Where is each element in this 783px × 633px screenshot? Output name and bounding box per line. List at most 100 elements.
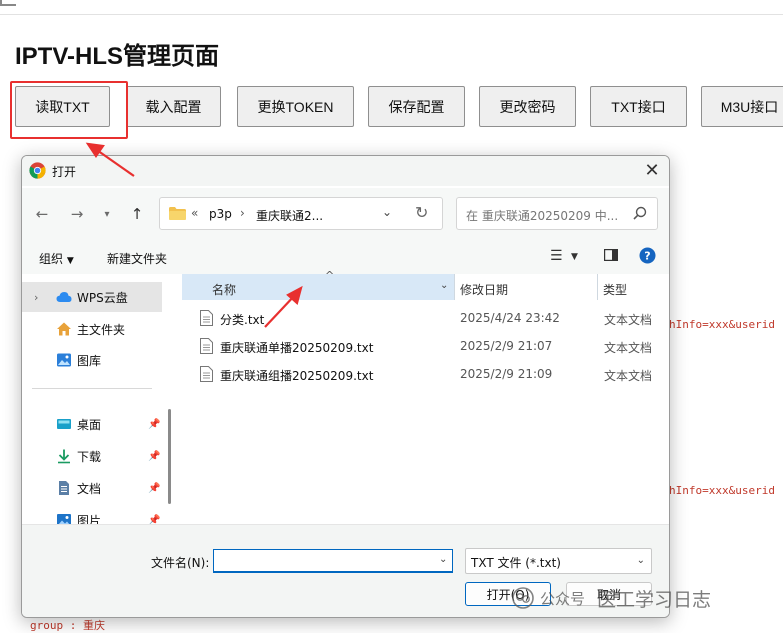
address-dropdown-chevron-icon[interactable]: ⌄ xyxy=(382,205,392,219)
file-modified: 2025/4/24 23:42 xyxy=(460,311,560,325)
gallery-icon xyxy=(57,353,71,367)
filename-label: 文件名(N): xyxy=(151,556,210,570)
expand-chevron-icon[interactable]: › xyxy=(34,291,38,304)
wechat-logo-icon xyxy=(512,587,534,609)
address-bar[interactable]: « p3p › 重庆联通2... ⌄ ↻ xyxy=(159,197,443,230)
file-type: 文本文档 xyxy=(604,341,653,355)
pin-icon[interactable]: 📌 xyxy=(148,451,160,462)
nav-label: 主文件夹 xyxy=(77,322,126,337)
address-overflow[interactable]: « xyxy=(191,206,198,220)
search-box[interactable]: 在 重庆联通20250209 中... xyxy=(456,197,658,230)
nav-divider xyxy=(32,388,152,389)
annotation-highlight-box xyxy=(10,81,128,139)
cloud-icon xyxy=(56,292,72,302)
m3u-api-button[interactable]: M3U接口 xyxy=(701,86,783,127)
navigation-pane: › WPS云盘 主文件夹 图库 桌面 📌 下载 📌 文档 📌 图片 📌 xyxy=(22,274,180,528)
pin-icon[interactable]: 📌 xyxy=(148,483,160,494)
text-file-icon xyxy=(200,310,213,326)
file-row[interactable]: 分类.txt 2025/4/24 23:42 文本文档 xyxy=(200,307,669,331)
chrome-icon xyxy=(29,162,46,179)
txt-api-button[interactable]: TXT接口 xyxy=(590,86,687,127)
search-placeholder: 在 重庆联通20250209 中... xyxy=(466,209,619,223)
load-config-button[interactable]: 载入配置 xyxy=(126,86,221,127)
file-modified: 2025/2/9 21:07 xyxy=(460,339,553,353)
column-modified-label[interactable]: 修改日期 xyxy=(460,281,508,298)
breadcrumb-p3p[interactable]: p3p xyxy=(209,207,232,221)
dialog-title: 打开 xyxy=(52,165,77,179)
watermark-account: 医工学习日志 xyxy=(597,588,712,611)
nav-item-gallery[interactable]: 图库 xyxy=(22,345,162,375)
change-token-button[interactable]: 更换TOKEN xyxy=(237,86,354,127)
watermark-text: 公众号 xyxy=(540,589,586,608)
change-password-button[interactable]: 更改密码 xyxy=(479,86,576,127)
filename-input[interactable] xyxy=(213,549,453,573)
file-type: 文本文档 xyxy=(604,369,653,383)
breadcrumb-separator-icon: › xyxy=(240,206,245,220)
nav-label: 图库 xyxy=(77,353,102,368)
nav-item-downloads[interactable]: 下载 📌 xyxy=(22,441,162,471)
filename-history-chevron-icon[interactable]: ⌄ xyxy=(439,554,447,565)
open-file-dialog: 打开 ✕ ← → ▾ ↑ « p3p › 重庆联通2... ⌄ ↻ 在 重庆联通… xyxy=(21,155,670,618)
filetype-value: TXT 文件 (*.txt) xyxy=(471,556,561,570)
corner-mark xyxy=(0,0,16,6)
column-type-label[interactable]: 类型 xyxy=(603,281,627,298)
code-snippet-bottom: group : 重庆 xyxy=(30,619,105,632)
code-snippet: hInfo=xxx&userid xyxy=(669,318,775,331)
help-icon[interactable]: ? xyxy=(639,247,656,264)
chevron-down-icon: ▼ xyxy=(66,256,74,266)
file-name: 分类.txt xyxy=(220,313,265,327)
file-list: ^ 名称 ⌄ 修改日期 类型 分类.txt 2025/4/24 23:42 文本… xyxy=(182,269,669,529)
sort-ascending-icon: ^ xyxy=(325,269,335,282)
download-icon xyxy=(58,449,70,464)
nav-item-wps-cloud[interactable]: › WPS云盘 xyxy=(22,282,162,312)
file-name: 重庆联通单播20250209.txt xyxy=(220,341,374,355)
column-filter-chevron-icon[interactable]: ⌄ xyxy=(440,280,448,291)
pin-icon[interactable]: 📌 xyxy=(148,419,160,430)
column-separator[interactable] xyxy=(597,274,598,300)
watermark: 公众号 医工学习日志 xyxy=(512,584,711,612)
folder-icon xyxy=(169,207,186,220)
new-folder-button[interactable]: 新建文件夹 xyxy=(107,250,167,267)
file-row[interactable]: 重庆联通组播20250209.txt 2025/2/9 21:09 文本文档 xyxy=(200,363,669,387)
dialog-navbar: ← → ▾ ↑ « p3p › 重庆联通2... ⌄ ↻ 在 重庆联通20250… xyxy=(22,188,669,238)
file-modified: 2025/2/9 21:09 xyxy=(460,367,553,381)
nav-label: 文档 xyxy=(77,481,102,496)
save-config-button[interactable]: 保存配置 xyxy=(368,86,465,127)
text-file-icon xyxy=(200,366,213,382)
nav-item-desktop[interactable]: 桌面 📌 xyxy=(22,409,162,439)
back-arrow-icon[interactable]: ← xyxy=(31,203,53,225)
refresh-icon[interactable]: ↻ xyxy=(415,203,428,222)
nav-label: 下载 xyxy=(77,449,102,464)
view-list-icon[interactable]: ☰ xyxy=(550,248,563,264)
view-dropdown-chevron-icon[interactable]: ▼ xyxy=(571,252,578,262)
up-arrow-icon[interactable]: ↑ xyxy=(126,203,148,225)
file-row[interactable]: 重庆联通单播20250209.txt 2025/2/9 21:07 文本文档 xyxy=(200,335,669,359)
document-icon xyxy=(59,481,69,495)
dialog-toolbar: 组织 ▼ 新建文件夹 ☰ ▼ ? xyxy=(22,238,669,274)
column-name-label[interactable]: 名称 xyxy=(212,281,236,298)
page-title: IPTV-HLS管理页面 xyxy=(15,43,220,70)
breadcrumb-current-folder[interactable]: 重庆联通2... xyxy=(256,207,323,224)
dialog-titlebar: 打开 ✕ xyxy=(22,156,669,186)
file-name: 重庆联通组播20250209.txt xyxy=(220,369,374,383)
organize-label: 组织 xyxy=(39,252,64,266)
nav-item-documents[interactable]: 文档 📌 xyxy=(22,473,162,503)
recent-locations-chevron-icon[interactable]: ▾ xyxy=(96,203,118,225)
nav-item-home[interactable]: 主文件夹 xyxy=(22,314,162,344)
organize-menu[interactable]: 组织 ▼ xyxy=(39,250,74,267)
nav-scrollbar[interactable] xyxy=(168,409,171,504)
nav-label: WPS云盘 xyxy=(77,290,128,305)
text-file-icon xyxy=(200,338,213,354)
search-icon xyxy=(633,206,647,220)
column-separator[interactable] xyxy=(454,274,455,300)
code-snippet: hInfo=xxx&userid xyxy=(669,484,775,497)
chevron-down-icon: ⌄ xyxy=(636,555,645,566)
forward-arrow-icon[interactable]: → xyxy=(66,203,88,225)
home-icon xyxy=(57,322,71,336)
svg-text:?: ? xyxy=(644,250,650,263)
filetype-select[interactable]: TXT 文件 (*.txt) ⌄ xyxy=(465,548,652,574)
column-header-row: ^ 名称 ⌄ 修改日期 类型 xyxy=(182,269,669,300)
preview-pane-icon[interactable] xyxy=(604,249,618,261)
action-button-row: 读取TXT 载入配置 更换TOKEN 保存配置 更改密码 TXT接口 M3U接口 xyxy=(15,86,783,128)
close-icon[interactable]: ✕ xyxy=(639,158,665,184)
